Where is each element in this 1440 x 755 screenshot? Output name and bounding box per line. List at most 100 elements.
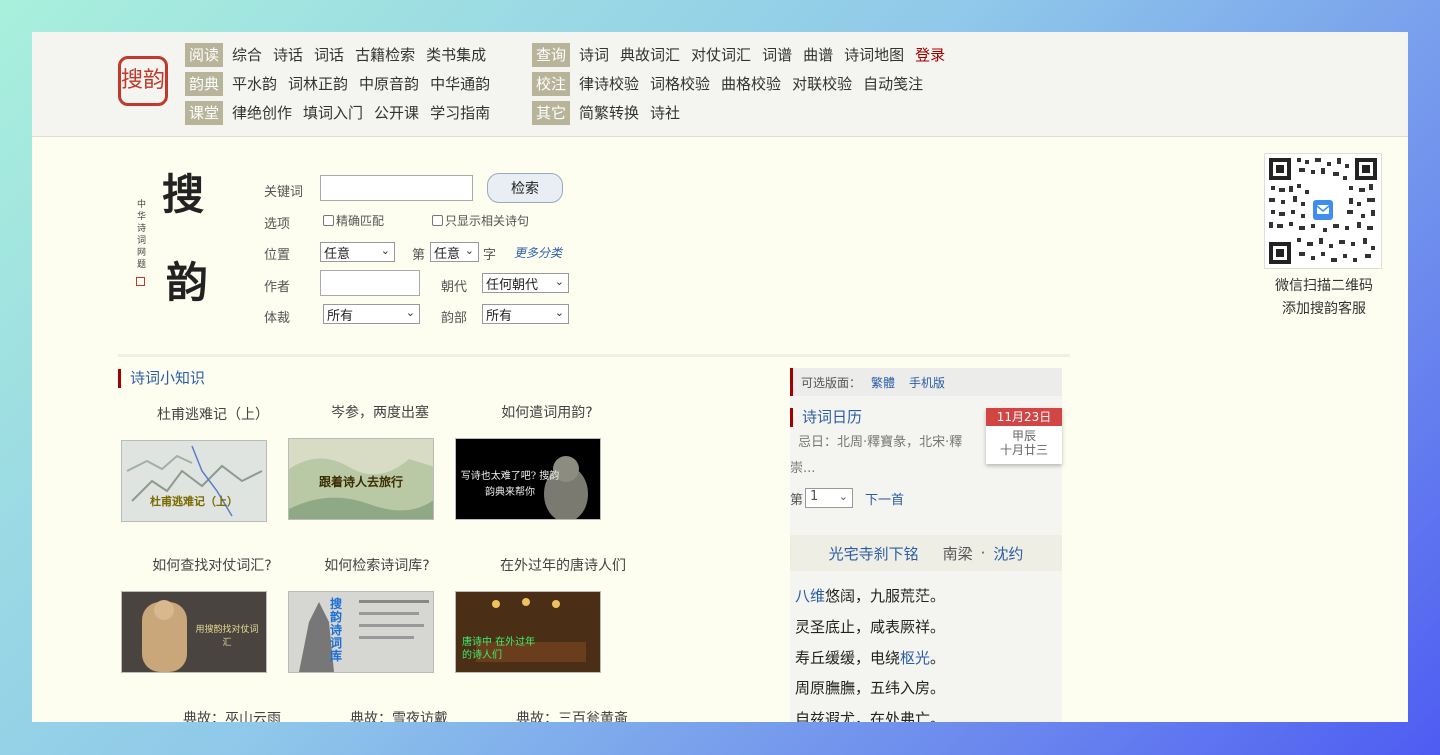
nav-link-cihua[interactable]: 词话: [314, 44, 344, 65]
page-select-value: 1: [810, 489, 819, 504]
checkbox-box[interactable]: [432, 215, 443, 226]
nav-category-rhyme-dict[interactable]: 韵典: [185, 71, 224, 96]
thumbnail-antithesis[interactable]: 用搜韵找对仗词汇: [121, 591, 267, 673]
login-link[interactable]: 登录: [915, 44, 945, 65]
annotated-word-link[interactable]: 枢光: [900, 649, 930, 667]
only-related-checkbox[interactable]: 只显示相关诗句: [432, 212, 529, 229]
nav-link-open-course[interactable]: 公开课: [374, 102, 419, 123]
nav-link-cige-check[interactable]: 词格校验: [650, 73, 710, 94]
nav-link-poem-map[interactable]: 诗词地图: [844, 44, 904, 65]
thumbnail-caption: 写诗也太难了吧? 搜韵韵典来帮你: [460, 471, 560, 498]
nav-link-zhongyuan[interactable]: 中原音韵: [359, 73, 419, 94]
death-anniversary-text: 忌日：北周·釋寶彖，北宋·釋崇...: [790, 435, 963, 476]
nav-link-auto-annotate[interactable]: 自动笺注: [863, 73, 923, 94]
chevron-down-icon: ⌄: [838, 490, 849, 503]
nav-link-lvjue[interactable]: 律绝创作: [232, 102, 292, 123]
next-poem-link[interactable]: 下一首: [865, 489, 904, 508]
nav-link-poetry-club[interactable]: 诗社: [650, 102, 680, 123]
position-label: 位置: [264, 248, 291, 263]
keyword-input[interactable]: [320, 175, 473, 201]
poem-line: 灵圣底止，咸表厥祥。: [795, 617, 945, 637]
card-title[interactable]: 在外过年的唐诗人们: [478, 555, 648, 575]
nav-link-pingshui[interactable]: 平水韵: [232, 73, 277, 94]
card-title[interactable]: 如何检索诗词库?: [292, 555, 462, 575]
position-select[interactable]: 任意 ⌄: [320, 242, 395, 262]
card-title[interactable]: 典故：三百瓮黄齑: [487, 708, 657, 722]
page-select[interactable]: 1 ⌄: [805, 488, 854, 508]
dynasty-label: 朝代: [441, 280, 468, 295]
thumbnail-cen-shen[interactable]: 跟着诗人去旅行: [288, 438, 434, 520]
thumbnail-caption: 杜甫逃难记（上）: [150, 495, 238, 508]
poem-line: 八维悠阔，九服荒茫。: [795, 586, 945, 606]
poem-title-link[interactable]: 光宅寺刹下铭: [829, 543, 919, 564]
dynasty-select[interactable]: 任何朝代 ⌄: [482, 273, 569, 293]
nav-link-cilin[interactable]: 词林正韵: [288, 73, 348, 94]
nav-link-leishu[interactable]: 类书集成: [426, 44, 486, 65]
mountain-map-icon: [126, 445, 263, 517]
nav-category-class[interactable]: 课堂: [185, 100, 224, 125]
thumbnail-du-fu[interactable]: 杜甫逃难记（上）: [121, 440, 267, 522]
nav-link-tianci[interactable]: 填词入门: [303, 102, 363, 123]
card-title[interactable]: 典故：巫山云雨: [147, 708, 317, 722]
index-select-value: 任意: [434, 246, 461, 262]
scholar-figure-icon: [299, 600, 429, 672]
qr-code-icon: [1269, 158, 1377, 264]
souyun-logo[interactable]: 搜韵: [118, 56, 168, 106]
thumbnail-database[interactable]: 搜韵诗词库: [288, 591, 434, 673]
index-select[interactable]: 任意 ⌄: [430, 242, 479, 262]
nav-link-qupu[interactable]: 曲谱: [803, 44, 833, 65]
checkbox-box[interactable]: [323, 215, 334, 226]
nav-link-general[interactable]: 综合: [232, 44, 262, 65]
poem-author-link[interactable]: 沈约: [993, 543, 1023, 564]
chevron-down-icon: ⌄: [380, 244, 390, 257]
poem-header: 光宅寺刹下铭 南梁 · 沈约: [790, 535, 1062, 571]
nav-link-couplet-check[interactable]: 对联校验: [792, 73, 852, 94]
nav-category-read[interactable]: 阅读: [185, 42, 224, 67]
nav-link-ancient-books[interactable]: 古籍检索: [355, 44, 415, 65]
rhyme-label: 韵部: [441, 311, 468, 326]
nav-category-query[interactable]: 查询: [532, 42, 571, 67]
nav-link-guide[interactable]: 学习指南: [430, 102, 490, 123]
nav-link-antithesis-words[interactable]: 对仗词汇: [691, 44, 751, 65]
date-badge-lunar: 十月廿三: [999, 443, 1048, 457]
exact-match-label: 精确匹配: [336, 214, 385, 228]
rhyme-select-value: 所有: [486, 308, 513, 324]
nav-row-rhyme-dict: 韵典 平水韵 词林正韵 中原音韵 中华通韵: [185, 69, 501, 98]
poem-dynasty: 南梁: [942, 544, 973, 563]
annotated-word-link[interactable]: 八维: [795, 587, 825, 605]
nav-link-poems[interactable]: 诗词: [579, 44, 609, 65]
poem-pager: 第 1 ⌄ 下一首: [790, 488, 904, 508]
nav-link-lvshi-check[interactable]: 律诗校验: [579, 73, 639, 94]
nav-link-allusion-words[interactable]: 典故词汇: [620, 44, 680, 65]
card-title[interactable]: 杜甫逃难记（上）: [128, 404, 298, 424]
card-title[interactable]: 典故：雪夜访戴: [314, 708, 484, 722]
nav-link-quge-check[interactable]: 曲格校验: [721, 73, 781, 94]
more-categories-link[interactable]: 更多分类: [514, 244, 562, 261]
nav-link-zhonghua[interactable]: 中华通韵: [430, 73, 490, 94]
exact-match-checkbox[interactable]: 精确匹配: [323, 212, 384, 229]
thumbnail-caption: 跟着诗人去旅行: [318, 475, 403, 489]
mobile-link[interactable]: 手机版: [909, 374, 945, 391]
card-title[interactable]: 如何查找对仗词汇?: [127, 555, 297, 575]
separator-dot: ·: [980, 544, 986, 562]
wechat-qr-code: [1264, 153, 1382, 269]
nav-row-read: 阅读 综合 诗话 词话 古籍检索 类书集成: [185, 40, 501, 69]
nav-right-group: 查询 诗词 典故词汇 对仗词汇 词谱 曲谱 诗词地图 登录 校注 律诗校验 词格…: [532, 40, 956, 127]
author-input[interactable]: [320, 270, 420, 296]
calligraphy-char-sou: 搜: [162, 170, 205, 219]
card-title[interactable]: 岑参，两度出塞: [295, 402, 465, 422]
genre-select[interactable]: 所有 ⌄: [323, 304, 420, 324]
traditional-link[interactable]: 繁體: [871, 374, 895, 391]
thumbnail-new-year[interactable]: 唐诗中 在外过年的诗人们: [455, 591, 601, 673]
nav-link-convert[interactable]: 简繁转换: [579, 102, 639, 123]
page-prefix: 第: [790, 492, 804, 508]
search-submit-button[interactable]: 检索: [487, 173, 563, 203]
nav-link-shihua[interactable]: 诗话: [273, 44, 303, 65]
nav-link-cipu[interactable]: 词谱: [762, 44, 792, 65]
calligraphy-char-yun: 韵: [166, 258, 209, 307]
nav-category-check[interactable]: 校注: [532, 71, 571, 96]
rhyme-select[interactable]: 所有 ⌄: [482, 304, 569, 324]
card-title[interactable]: 如何遣词用韵?: [462, 402, 632, 422]
nav-category-other[interactable]: 其它: [532, 100, 571, 125]
thumbnail-rhyme[interactable]: 写诗也太难了吧? 搜韵韵典来帮你: [455, 438, 601, 520]
